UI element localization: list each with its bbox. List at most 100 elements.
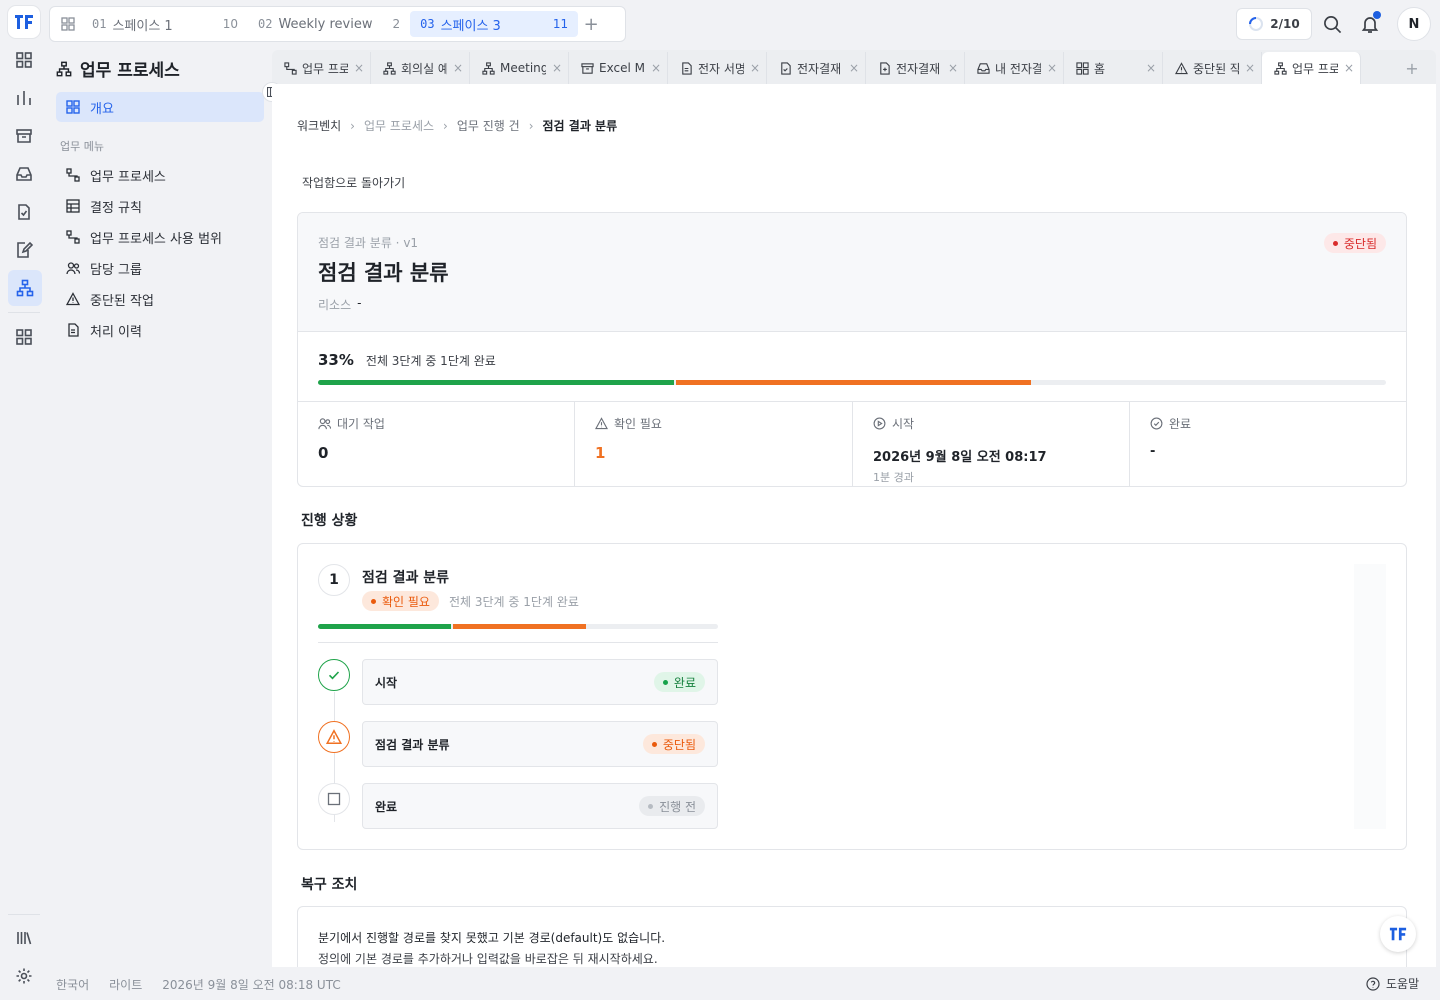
close-icon[interactable]: × [354,61,364,75]
scroll-track[interactable] [1354,564,1386,829]
space-tab-3[interactable]: 03 스페이스 3 11 [410,11,579,37]
settings-gear-icon[interactable] [8,960,40,992]
step-start[interactable]: 시작 완료 [362,659,718,705]
step-status-badge: 완료 [653,672,705,692]
spaces-grid-icon[interactable] [54,10,82,38]
breadcrumb-item[interactable]: 업무 프로세스 [364,117,434,134]
back-to-inbox-link[interactable]: 작업함으로 돌아가기 [302,174,405,191]
close-icon[interactable]: × [849,61,859,75]
chevron-right-icon: › [350,118,355,133]
archive-icon [581,62,594,75]
close-icon[interactable]: × [1245,61,1255,75]
progress-done-fill [318,624,452,629]
close-icon[interactable]: × [651,61,661,75]
archive-icon[interactable] [8,120,40,152]
search-icon[interactable] [1316,8,1348,40]
browser-tab[interactable]: 홈 × [1064,52,1163,84]
inbox-icon[interactable] [8,158,40,190]
warning-icon [595,417,608,430]
status-bar: 한국어 라이트 2026년 9월 8일 오전 08:18 UTC [56,976,341,993]
add-space-button[interactable]: + [578,11,604,37]
space-tab-1[interactable]: 01 스페이스 1 10 [82,11,248,37]
step-complete[interactable]: 완료 진행 전 [362,783,718,829]
close-icon[interactable]: × [1344,61,1354,75]
recovery-message: 분기에서 진행할 경로를 찾지 못했고 기본 경로(default)도 없습니다… [318,931,666,945]
library-icon[interactable] [8,922,40,954]
theme-selector[interactable]: 라이트 [109,976,142,993]
document-edit-icon[interactable] [8,234,40,266]
stat-completed: 완료 - [1130,402,1406,486]
browser-tab[interactable]: Excel M × [569,52,668,84]
tab-label: 업무 프로세스 [1292,61,1338,76]
task-progress-button[interactable]: 2/10 [1236,8,1312,40]
sidebar-item-label: 개요 [90,101,114,117]
step-label: 점검 결과 분류 [375,737,450,752]
tab-label: Meeting [500,61,546,75]
breadcrumb-item[interactable]: 업무 진행 건 [457,117,520,134]
more-apps-grid-icon[interactable] [8,321,40,353]
assistant-logo-button[interactable] [1380,916,1416,952]
browser-tab[interactable]: Meeting × [470,52,569,84]
space-switcher: 01 스페이스 1 10 02 Weekly review 2 03 스페이스 … [49,6,626,42]
stat-label: 확인 필요 [614,417,662,431]
browser-tab[interactable]: 회의실 예약 × [371,52,470,84]
help-circle-icon [1366,976,1380,991]
language-selector[interactable]: 한국어 [56,976,89,993]
browser-tab[interactable]: 업무 프로세스 × [1262,52,1361,84]
browser-tab[interactable]: 중단된 작업 × [1163,52,1262,84]
close-icon[interactable]: × [552,61,562,75]
sidebar-item-history[interactable]: 처리 이력 [56,315,264,345]
step-status-badge: 중단됨 [642,734,705,754]
user-avatar[interactable]: N [1397,7,1431,41]
app-logo[interactable] [8,6,40,38]
close-icon[interactable]: × [948,61,958,75]
resource-label: 리소스 [318,298,352,312]
close-icon[interactable]: × [1047,61,1057,75]
inbox-icon [977,62,990,75]
grid-icon [66,100,80,114]
stat-value: - [1150,444,1156,459]
progress-active-fill [453,624,587,629]
sidebar-item-overview[interactable]: 개요 [56,92,264,122]
close-icon[interactable]: × [1146,61,1156,75]
notification-bell-icon[interactable] [1354,8,1386,40]
analytics-icon[interactable] [8,82,40,114]
sidebar-item-process[interactable]: 업무 프로세스 [56,160,264,190]
server-time: 2026년 9월 8일 오전 08:18 UTC [162,978,341,992]
document-check-icon[interactable] [8,196,40,228]
chevron-right-icon: › [443,118,448,133]
browser-tab[interactable]: 전자 서명 × [668,52,767,84]
step-classify[interactable]: 점검 결과 분류 중단됨 [362,721,718,767]
space-label: 스페이스 1 [112,18,173,34]
tab-label: 내 전자결재 [995,61,1041,76]
browser-tab[interactable]: 전자결재 × [767,52,866,84]
browser-tab[interactable]: 전자결재 × [866,52,965,84]
stat-label: 완료 [1169,417,1192,431]
sidebar-section-label: 업무 메뉴 [60,140,104,153]
breadcrumb-item[interactable]: 워크벤치 [297,117,341,134]
recovery-hint: 정의에 기본 경로를 추가하거나 입력값을 바로잡은 뒤 재시작하세요. [318,952,658,966]
progress-percent: 33% [318,351,354,369]
sidebar-item-usage-scope[interactable]: 업무 프로세스 사용 범위 [56,222,264,252]
overall-progress: 33% 전체 3단계 중 1단계 완료 [318,351,496,369]
help-button[interactable]: 도움말 [1366,975,1419,992]
hierarchy-icon [383,61,396,75]
sidebar-title: 업무 프로세스 [56,56,180,81]
sidebar-item-label: 업무 프로세스 [90,169,166,185]
close-icon[interactable]: × [453,61,463,75]
new-tab-button[interactable]: + [1388,52,1436,84]
browser-tab[interactable]: 내 전자결재 × [965,52,1064,84]
process-hierarchy-icon[interactable] [8,270,42,306]
sidebar-item-assignee-groups[interactable]: 담당 그룹 [56,253,264,283]
browser-tab[interactable]: 업무 프로세스 × [272,52,371,84]
play-circle-icon [873,417,886,430]
sidebar-item-decision-rules[interactable]: 결정 규칙 [56,191,264,221]
document-check-icon [779,61,792,75]
tab-label: 전자결재 [896,61,941,76]
close-icon[interactable]: × [750,61,760,75]
summary-meta: 점검 결과 분류 · v1 [318,236,419,250]
sidebar-item-stopped-tasks[interactable]: 중단된 작업 [56,284,264,314]
apps-grid-icon[interactable] [8,44,40,76]
space-tab-2[interactable]: 02 Weekly review 2 [248,11,410,37]
step-index: 1 [318,564,350,596]
